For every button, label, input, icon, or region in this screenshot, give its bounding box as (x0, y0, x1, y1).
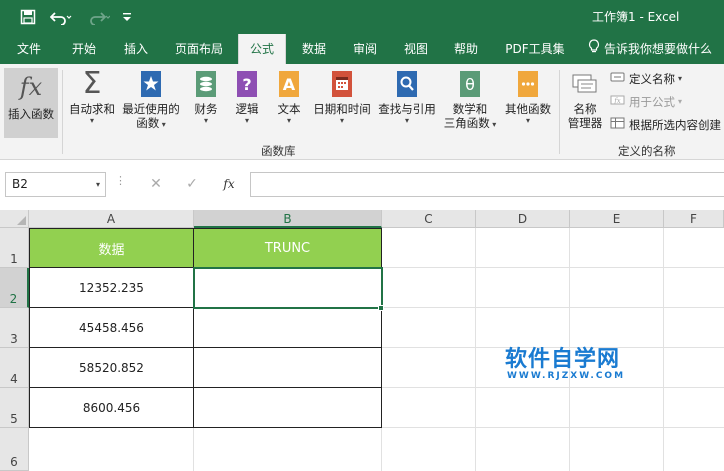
redo-icon[interactable] (86, 7, 112, 27)
cell-b3[interactable] (194, 308, 382, 348)
tab-file[interactable]: 文件 (6, 34, 52, 64)
cell-a1[interactable]: 数据 (29, 228, 194, 268)
more-book-icon (514, 70, 542, 98)
select-all-button[interactable] (0, 210, 29, 228)
tab-help[interactable]: 帮助 (446, 34, 486, 64)
tab-insert[interactable]: 插入 (113, 34, 159, 64)
row-header-3[interactable]: 3 (0, 308, 29, 348)
tab-review[interactable]: 审阅 (343, 34, 387, 64)
define-name-button[interactable]: 定义名称 ▾ (610, 69, 682, 89)
window-title: 工作簿1 - Excel (592, 10, 680, 24)
column-header-f[interactable]: F (664, 210, 724, 228)
name-manager-button[interactable]: 名称 管理器 (564, 68, 606, 136)
recently-used-button[interactable]: 最近使用的 函数 ▾ (119, 68, 183, 136)
create-from-selection-button[interactable]: 根据所选内容创建 (610, 115, 721, 135)
name-box[interactable]: B2 ▾ (5, 172, 106, 197)
date-time-button[interactable]: 日期和时间 ▾ (310, 68, 374, 136)
ribbon-formulas: fx 插入函数 Σ 自动求和 ▾ 最近使用的 函数 ▾ 财务 ▾ ? 逻辑 ▾ (0, 64, 724, 160)
formula-bar: B2 ▾ ⋮ ✕ ✓ fx (0, 160, 724, 210)
formula-input[interactable] (250, 172, 724, 197)
customize-toolbar-icon[interactable] (120, 7, 134, 27)
cell-a3[interactable]: 45458.456 (29, 308, 194, 348)
row-header-5[interactable]: 5 (0, 388, 29, 428)
save-icon[interactable] (18, 7, 38, 27)
text-book-icon: A (275, 70, 303, 98)
tab-view[interactable]: 视图 (394, 34, 438, 64)
calendar-book-icon (328, 70, 356, 98)
cell-a5[interactable]: 8600.456 (29, 388, 194, 428)
enter-icon[interactable]: ✓ (182, 174, 202, 194)
column-header-b[interactable]: B (194, 210, 382, 228)
more-functions-button[interactable]: 其他函数 ▾ (502, 68, 554, 136)
ribbon-separator (559, 70, 560, 154)
gridline (381, 428, 382, 471)
use-in-formula-button[interactable]: fx 用于公式 ▾ (610, 92, 682, 112)
question-book-icon: ? (233, 70, 261, 98)
row-header-1[interactable]: 1 (0, 228, 29, 268)
ribbon-tabs: 文件 开始 插入 页面布局 公式 数据 审阅 视图 帮助 PDF工具集 告诉我你… (0, 34, 724, 64)
theta-book-icon: θ (456, 70, 484, 98)
column-header-d[interactable]: D (476, 210, 570, 228)
worksheet-grid: A B C D E F 1 2 3 4 5 6 数据 TRUNC 12352.2… (0, 210, 724, 471)
sigma-icon: Σ (82, 66, 102, 101)
gridline (475, 228, 476, 471)
fx-icon: fx (19, 73, 43, 101)
svg-text:?: ? (242, 75, 251, 94)
logical-button[interactable]: ? 逻辑 ▾ (228, 68, 266, 136)
name-manager-icon (571, 70, 599, 98)
tab-home[interactable]: 开始 (58, 34, 110, 64)
svg-text:θ: θ (465, 75, 475, 94)
financial-button[interactable]: 财务 ▾ (186, 68, 226, 136)
coins-book-icon (192, 70, 220, 98)
group-label-defined-names: 定义的名称 (618, 144, 676, 158)
cell-a2[interactable]: 12352.235 (29, 268, 194, 308)
text-button[interactable]: A 文本 ▾ (270, 68, 308, 136)
tell-me-search[interactable]: 告诉我你想要做什么 (588, 34, 712, 64)
cancel-icon[interactable]: ✕ (146, 174, 166, 194)
tell-me-label: 告诉我你想要做什么 (604, 42, 713, 56)
chevron-down-icon: ▾ (678, 97, 683, 106)
star-book-icon (137, 70, 165, 98)
tab-data[interactable]: 数据 (292, 34, 336, 64)
group-label-function-library: 函数库 (261, 144, 296, 158)
column-header-a[interactable]: A (29, 210, 194, 228)
autosum-button[interactable]: Σ 自动求和 ▾ (66, 68, 118, 136)
column-header-e[interactable]: E (570, 210, 664, 228)
insert-function-button[interactable]: fx 插入函数 (4, 68, 58, 138)
column-header-c[interactable]: C (382, 210, 476, 228)
row-header-4[interactable]: 4 (0, 348, 29, 388)
math-trig-button[interactable]: θ 数学和 三角函数 ▾ (440, 68, 500, 136)
tab-pdf-tools[interactable]: PDF工具集 (495, 34, 575, 64)
search-book-icon (393, 70, 421, 98)
formula-icon: fx (610, 92, 626, 112)
cell-b1[interactable]: TRUNC (194, 228, 382, 268)
fill-handle[interactable] (378, 305, 384, 311)
cell-a4[interactable]: 58520.852 (29, 348, 194, 388)
lookup-reference-button[interactable]: 查找与引用 ▾ (376, 68, 438, 136)
lightbulb-icon (588, 34, 600, 64)
chevron-down-icon: ▾ (95, 180, 100, 189)
chevron-down-icon: ▾ (678, 74, 683, 83)
resize-handle-icon[interactable]: ⋮ (115, 174, 126, 187)
ribbon-separator (62, 70, 63, 154)
title-bar: 工作簿1 - Excel (0, 0, 724, 34)
svg-text:A: A (283, 75, 296, 94)
cell-b4[interactable] (194, 348, 382, 388)
tab-formulas[interactable]: 公式 (238, 34, 286, 64)
active-cell-selection (193, 267, 383, 309)
row-header-6[interactable]: 6 (0, 428, 29, 471)
cell-b5[interactable] (194, 388, 382, 428)
watermark: 软件自学网 WWW.RJZXW.COM (505, 347, 626, 381)
gridline (193, 428, 194, 471)
insert-function-fx-button[interactable]: fx (218, 174, 240, 194)
tab-page-layout[interactable]: 页面布局 (166, 34, 232, 64)
grid-icon (610, 115, 626, 135)
gridline (663, 228, 664, 471)
tag-icon (610, 69, 626, 89)
svg-text:fx: fx (613, 97, 621, 105)
row-header-2[interactable]: 2 (0, 268, 29, 308)
undo-icon[interactable] (48, 7, 74, 27)
